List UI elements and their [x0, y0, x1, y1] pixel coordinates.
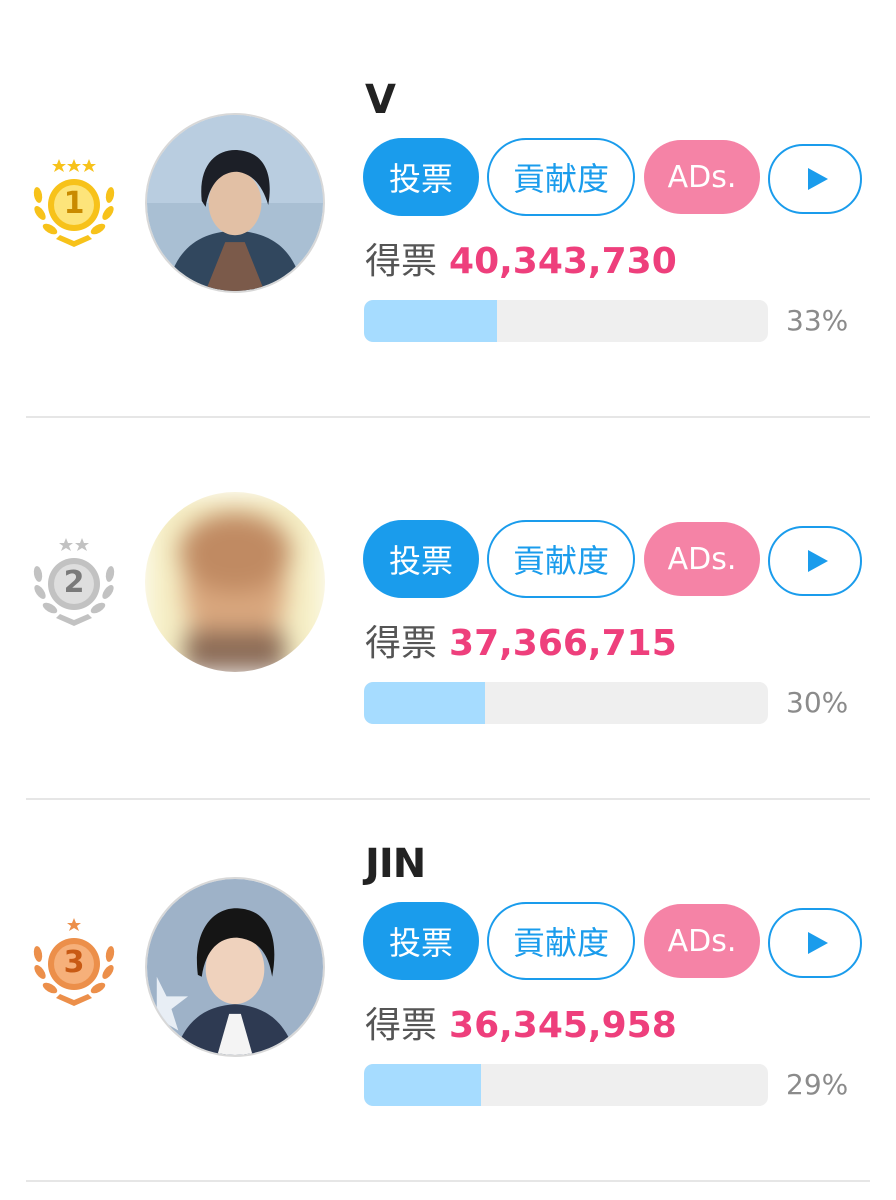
vote-share-bar	[364, 300, 768, 342]
vote-count: 得票 37,366,715	[365, 622, 677, 666]
artist-name	[365, 458, 605, 502]
artist-name: V	[365, 77, 396, 123]
vote-share-fill	[364, 300, 498, 342]
votes-label: 得票	[365, 241, 438, 282]
contribution-button[interactable]: 貢献度	[487, 138, 635, 216]
play-button[interactable]	[768, 526, 862, 596]
vote-count: 得票 36,345,958	[365, 1004, 677, 1048]
vote-button[interactable]: 投票	[363, 138, 479, 216]
vote-button[interactable]: 投票	[363, 520, 479, 598]
votes-label: 得票	[365, 623, 438, 664]
artist-name: JIN	[365, 841, 426, 887]
ads-button[interactable]: ADs.	[644, 904, 760, 978]
play-icon	[808, 168, 828, 190]
vote-count: 得票 40,343,730	[365, 240, 677, 284]
vote-share-bar	[364, 682, 768, 724]
avatar[interactable]	[145, 492, 325, 672]
rank-number: 2	[63, 565, 85, 600]
play-button[interactable]	[768, 144, 862, 214]
ads-button[interactable]: ADs.	[644, 140, 760, 214]
rank-number: 1	[63, 186, 85, 221]
avatar[interactable]	[145, 113, 325, 293]
divider	[26, 1180, 870, 1182]
ranking-item-2: 2 投票 貢献度 ADs. 得票 37,366,715 30%	[0, 382, 896, 764]
votes-value: 37,366,715	[449, 623, 677, 664]
ads-button[interactable]: ADs.	[644, 522, 760, 596]
ranking-list: 1 V 投票 貢献度 ADs. 得票 40,343,730 33% 2 投票 貢…	[0, 0, 896, 1200]
vote-share-percent: 29%	[786, 1068, 849, 1101]
vote-share-fill	[364, 682, 486, 724]
vote-share-fill	[364, 1064, 482, 1106]
rank-number: 3	[63, 945, 85, 980]
play-button[interactable]	[768, 908, 862, 978]
vote-button[interactable]: 投票	[363, 902, 479, 980]
votes-label: 得票	[365, 1005, 438, 1046]
play-icon	[808, 932, 828, 954]
ranking-item-1: 1 V 投票 貢献度 ADs. 得票 40,343,730 33%	[0, 0, 896, 382]
contribution-button[interactable]: 貢献度	[487, 520, 635, 598]
vote-share-percent: 30%	[786, 686, 849, 719]
avatar[interactable]	[145, 877, 325, 1057]
contribution-button[interactable]: 貢献度	[487, 902, 635, 980]
ranking-item-3: 3 JIN 投票 貢献度 ADs. 得票 36,345,958 29%	[0, 764, 896, 1146]
play-icon	[808, 550, 828, 572]
vote-share-bar	[364, 1064, 768, 1106]
votes-value: 36,345,958	[449, 1005, 677, 1046]
votes-value: 40,343,730	[449, 241, 677, 282]
vote-share-percent: 33%	[786, 304, 849, 337]
